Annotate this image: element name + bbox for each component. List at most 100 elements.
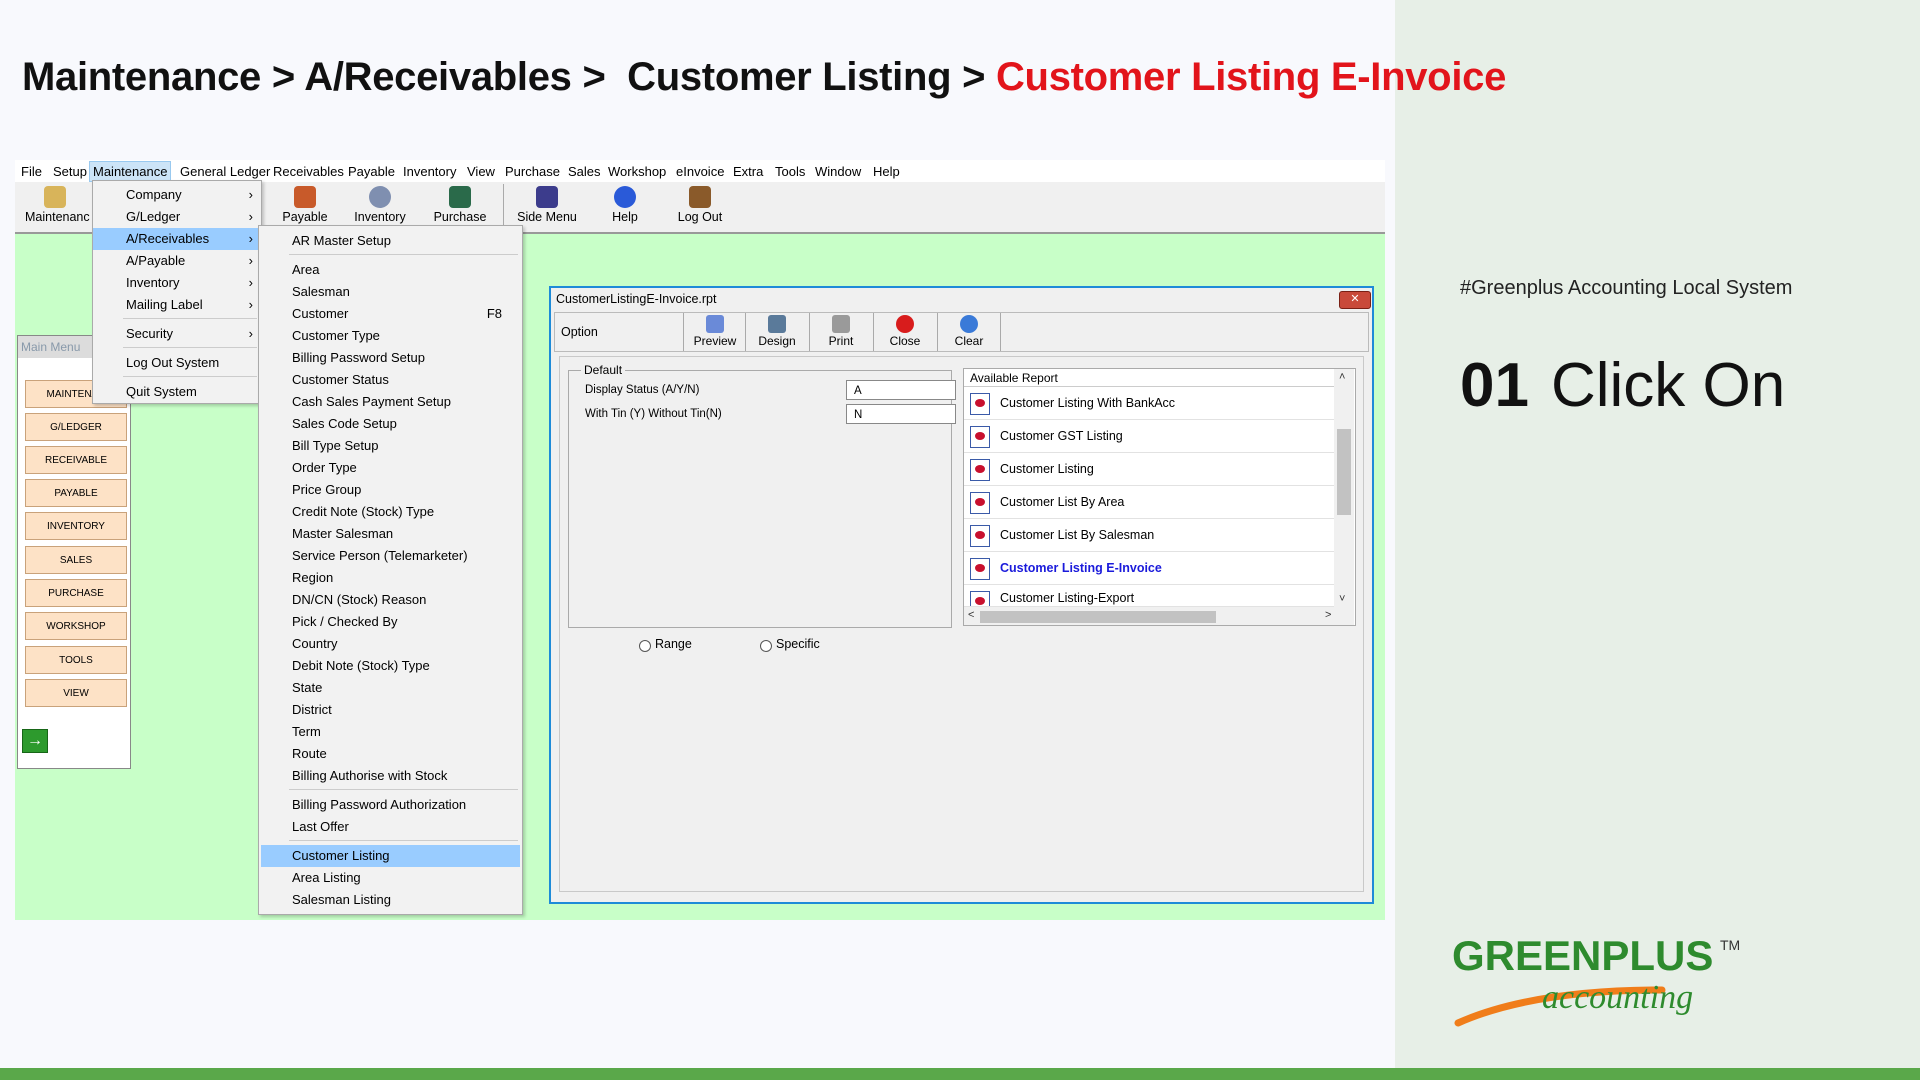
menu-item-dncn-reason[interactable]: DN/CN (Stock) Reason xyxy=(259,589,522,611)
toolbar-inventory-button[interactable]: Inventory xyxy=(345,184,415,230)
main-menu-workshop-button[interactable]: WORKSHOP xyxy=(25,612,127,640)
window-close-icon[interactable]: ✕ xyxy=(1339,291,1371,309)
print-button[interactable]: Print xyxy=(809,313,872,351)
preview-button[interactable]: Preview xyxy=(683,313,746,351)
horizontal-scroll-thumb[interactable] xyxy=(980,611,1216,623)
menu-setup[interactable]: Setup xyxy=(53,164,87,179)
menu-item-cash-sales-payment-setup[interactable]: Cash Sales Payment Setup xyxy=(259,391,522,413)
menu-file[interactable]: File xyxy=(21,164,42,179)
menu-tools[interactable]: Tools xyxy=(775,164,805,179)
menu-item-billing-password-authorization[interactable]: Billing Password Authorization xyxy=(259,794,522,816)
menu-item-security[interactable]: Security › xyxy=(93,323,261,345)
menu-item-area[interactable]: Area xyxy=(259,259,522,281)
menu-item-price-group[interactable]: Price Group xyxy=(259,479,522,501)
toolbar-side-menu-button[interactable]: Side Menu xyxy=(507,184,587,230)
report-list-item[interactable]: Customer List By Salesman xyxy=(964,519,1334,552)
menu-item-areceivables[interactable]: A/Receivables › xyxy=(93,228,261,250)
menu-item-route[interactable]: Route xyxy=(259,743,522,765)
menu-item-state[interactable]: State xyxy=(259,677,522,699)
menu-inventory[interactable]: Inventory xyxy=(403,164,456,179)
menu-item-region[interactable]: Region xyxy=(259,567,522,589)
menu-item-service-person[interactable]: Service Person (Telemarketer) xyxy=(259,545,522,567)
toolbar-help-button[interactable]: Help xyxy=(595,184,655,230)
menu-item-last-offer[interactable]: Last Offer xyxy=(259,816,522,838)
menu-item-customer[interactable]: Customer F8 xyxy=(259,303,522,325)
menu-item-country[interactable]: Country xyxy=(259,633,522,655)
report-list-item[interactable]: Customer GST Listing xyxy=(964,420,1334,453)
toolbar-payable-button[interactable]: Payable xyxy=(275,184,335,230)
arrow-right-icon[interactable]: → xyxy=(22,729,48,753)
clear-button[interactable]: Clear xyxy=(937,313,1001,351)
menu-item-billing-authorise[interactable]: Billing Authorise with Stock xyxy=(259,765,522,787)
scroll-down-icon[interactable]: ˅ xyxy=(1339,593,1345,605)
report-list-item[interactable]: Customer List By Area xyxy=(964,486,1334,519)
main-menu-tools-button[interactable]: TOOLS xyxy=(25,646,127,674)
main-menu-gledger-button[interactable]: G/LEDGER xyxy=(25,413,127,441)
menu-payable[interactable]: Payable xyxy=(348,164,395,179)
menu-item-sales-code-setup[interactable]: Sales Code Setup xyxy=(259,413,522,435)
menu-item-customer-listing[interactable]: Customer Listing xyxy=(261,845,520,867)
menu-help[interactable]: Help xyxy=(873,164,900,179)
menu-maintenance[interactable]: Maintenance xyxy=(88,161,172,182)
scroll-right-icon[interactable]: ˃ xyxy=(1325,609,1331,621)
report-list-item[interactable]: Customer Listing xyxy=(964,453,1334,486)
menu-einvoice[interactable]: eInvoice xyxy=(676,164,724,179)
main-menu-view-button[interactable]: VIEW xyxy=(25,679,127,707)
report-file-icon xyxy=(970,525,990,547)
range-radio[interactable] xyxy=(639,640,651,652)
menu-item-bill-type-setup[interactable]: Bill Type Setup xyxy=(259,435,522,457)
menu-receivables[interactable]: Receivables xyxy=(273,164,344,179)
menu-item-customer-status[interactable]: Customer Status xyxy=(259,369,522,391)
report-list-item-selected[interactable]: Customer Listing E-Invoice xyxy=(964,552,1334,585)
breadcrumb-customer-listing: Customer Listing xyxy=(627,55,952,99)
menu-item-ar-master-setup[interactable]: AR Master Setup xyxy=(259,230,522,252)
main-menu-purchase-button[interactable]: PURCHASE xyxy=(25,579,127,607)
menu-workshop[interactable]: Workshop xyxy=(608,164,666,179)
menu-item-inventory[interactable]: Inventory › xyxy=(93,272,261,294)
main-menu-inventory-button[interactable]: INVENTORY xyxy=(25,512,127,540)
menu-item-area-listing[interactable]: Area Listing xyxy=(259,867,522,889)
menu-item-apayable[interactable]: A/Payable › xyxy=(93,250,261,272)
menu-view[interactable]: View xyxy=(467,164,495,179)
option-label: Option xyxy=(561,325,598,339)
menu-sales[interactable]: Sales xyxy=(568,164,601,179)
menu-item-mailing-label[interactable]: Mailing Label › xyxy=(93,294,261,316)
menu-item-salesman[interactable]: Salesman xyxy=(259,281,522,303)
report-list-item[interactable]: Customer Listing-Export xyxy=(964,585,1334,607)
toolbar-logout-button[interactable]: Log Out xyxy=(660,184,740,230)
scroll-up-icon[interactable]: ˄ xyxy=(1339,371,1345,383)
menu-item-master-salesman[interactable]: Master Salesman xyxy=(259,523,522,545)
design-button[interactable]: Design xyxy=(745,313,808,351)
menu-item-log-out[interactable]: Log Out System xyxy=(93,352,261,374)
vertical-scroll-thumb[interactable] xyxy=(1337,429,1351,515)
menu-item-credit-note-type[interactable]: Credit Note (Stock) Type xyxy=(259,501,522,523)
toolbar-purchase-button[interactable]: Purchase xyxy=(425,184,495,230)
menu-item-order-type[interactable]: Order Type xyxy=(259,457,522,479)
main-menu-sales-button[interactable]: SALES xyxy=(25,546,127,574)
menu-extra[interactable]: Extra xyxy=(733,164,763,179)
bottom-strip xyxy=(0,1068,1920,1080)
menu-item-gledger[interactable]: G/Ledger › xyxy=(93,206,261,228)
menu-item-district[interactable]: District xyxy=(259,699,522,721)
menu-purchase[interactable]: Purchase xyxy=(505,164,560,179)
display-status-input[interactable]: A xyxy=(846,380,956,400)
menu-item-salesman-listing[interactable]: Salesman Listing xyxy=(259,889,522,911)
report-list-item[interactable]: Customer Listing With BankAcc xyxy=(964,387,1334,420)
report-window-title: CustomerListingE-Invoice.rpt xyxy=(551,288,1372,310)
scroll-left-icon[interactable]: ˂ xyxy=(968,609,974,621)
menu-item-customer-type[interactable]: Customer Type xyxy=(259,325,522,347)
menu-item-quit[interactable]: Quit System xyxy=(93,381,261,403)
menu-item-billing-password-setup[interactable]: Billing Password Setup xyxy=(259,347,522,369)
menu-item-debit-note-type[interactable]: Debit Note (Stock) Type xyxy=(259,655,522,677)
menu-item-company[interactable]: Company › xyxy=(93,184,261,206)
menu-item-pick-checked-by[interactable]: Pick / Checked By xyxy=(259,611,522,633)
toolbar-maintenance-button[interactable]: Maintenanc xyxy=(25,184,90,230)
menu-item-term[interactable]: Term xyxy=(259,721,522,743)
main-menu-receivable-button[interactable]: RECEIVABLE xyxy=(25,446,127,474)
menu-general-ledger[interactable]: General Ledger xyxy=(180,164,270,179)
tin-input[interactable]: N xyxy=(846,404,956,424)
close-button[interactable]: Close xyxy=(873,313,936,351)
main-menu-payable-button[interactable]: PAYABLE xyxy=(25,479,127,507)
menu-window[interactable]: Window xyxy=(815,164,861,179)
specific-radio[interactable] xyxy=(760,640,772,652)
